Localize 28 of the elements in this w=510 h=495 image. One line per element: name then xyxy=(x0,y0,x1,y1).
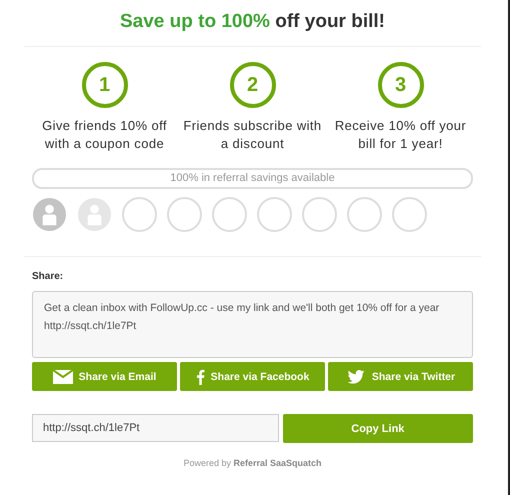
headline: Save up to 100% off your bill! xyxy=(119,10,386,33)
empty-friend-slot xyxy=(302,197,337,232)
copy-link-button[interactable]: Copy Link xyxy=(282,414,473,443)
step-description: Give friends 10% off with a coupon code xyxy=(41,117,168,153)
pending-friend-avatar-icon xyxy=(77,197,112,232)
referral-link-field[interactable]: http://ssqt.ch/1le7Pt xyxy=(32,414,279,442)
empty-friend-slot xyxy=(167,197,202,232)
envelope-icon xyxy=(52,370,73,384)
empty-friend-slot xyxy=(257,197,292,232)
share-message-field[interactable]: Get a clean inbox with FollowUp.cc - use my link and we'll both get 10% off for a year http://ssqt.ch/1le7Pt xyxy=(32,291,473,358)
empty-friend-slot xyxy=(392,197,427,232)
facebook-icon xyxy=(196,368,205,384)
facebook-share-button[interactable]: Share via Facebook xyxy=(180,362,325,391)
bird-icon xyxy=(346,370,366,384)
empty-friend-slot xyxy=(212,197,247,232)
step-number: 1 xyxy=(82,62,128,108)
email-share-button[interactable]: Share via Email xyxy=(32,362,177,391)
empty-friend-slot xyxy=(347,197,382,232)
step-description: Friends subscribe with a discount xyxy=(182,117,323,153)
step-number: 2 xyxy=(230,62,276,108)
joined-friend-avatar-icon xyxy=(32,197,67,232)
step-description: Receive 10% off your bill for 1 year! xyxy=(334,117,468,153)
share-label: Share: xyxy=(32,271,64,282)
powered-by-text: Powered by Referral SaaSquatch xyxy=(182,458,323,468)
step-number: 3 xyxy=(378,62,424,108)
twitter-share-button[interactable]: Share via Twitter xyxy=(328,362,473,391)
savings-bar: 100% in referral savings available xyxy=(32,168,473,189)
empty-friend-slot xyxy=(122,197,157,232)
